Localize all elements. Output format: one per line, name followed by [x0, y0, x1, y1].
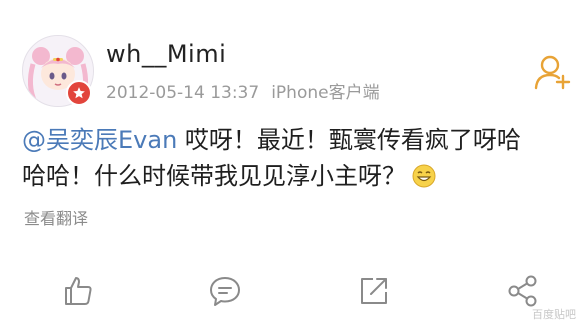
- content-line-1: @吴奕辰Evan 哎呀！最近！甄寰传看疯了呀哈: [22, 122, 570, 158]
- source-label: iPhone客户端: [271, 83, 380, 103]
- comment-icon: [210, 277, 240, 306]
- content-text-2: 哈哈！什么时候带我见见淳小主呀？: [22, 162, 406, 190]
- share-out-icon: [361, 278, 387, 304]
- content-text-1: 哎呀！最近！甄寰传看疯了呀哈: [177, 126, 521, 154]
- thumbs-up-icon: [65, 277, 92, 305]
- star-badge-icon: [66, 80, 92, 106]
- grin-emoji-icon: [412, 164, 436, 188]
- share-button[interactable]: [506, 274, 540, 308]
- timestamp: 2012-05-14 13:37: [106, 83, 260, 103]
- post-meta: 2012-05-14 13:37 iPhone客户端: [106, 78, 380, 103]
- comment-button[interactable]: [208, 274, 242, 308]
- post-content: @吴奕辰Evan 哎呀！最近！甄寰传看疯了呀哈 哈哈！什么时候带我见见淳小主呀？: [22, 122, 570, 194]
- follow-button[interactable]: [532, 52, 572, 92]
- content-line-2: 哈哈！什么时候带我见见淳小主呀？: [22, 158, 570, 194]
- action-bar: [0, 262, 582, 324]
- weibo-post: wh__Mimi 2012-05-14 13:37 iPhone客户端 @吴奕辰E…: [0, 0, 582, 324]
- like-button[interactable]: [61, 274, 95, 308]
- add-user-icon: [534, 55, 571, 90]
- repost-button[interactable]: [357, 274, 391, 308]
- translate-link[interactable]: 查看翻译: [24, 205, 88, 229]
- watermark: 百度贴吧: [532, 308, 576, 321]
- user-mention-link[interactable]: @吴奕辰Evan: [22, 126, 177, 154]
- share-nodes-icon: [508, 275, 537, 307]
- username[interactable]: wh__Mimi: [106, 40, 226, 68]
